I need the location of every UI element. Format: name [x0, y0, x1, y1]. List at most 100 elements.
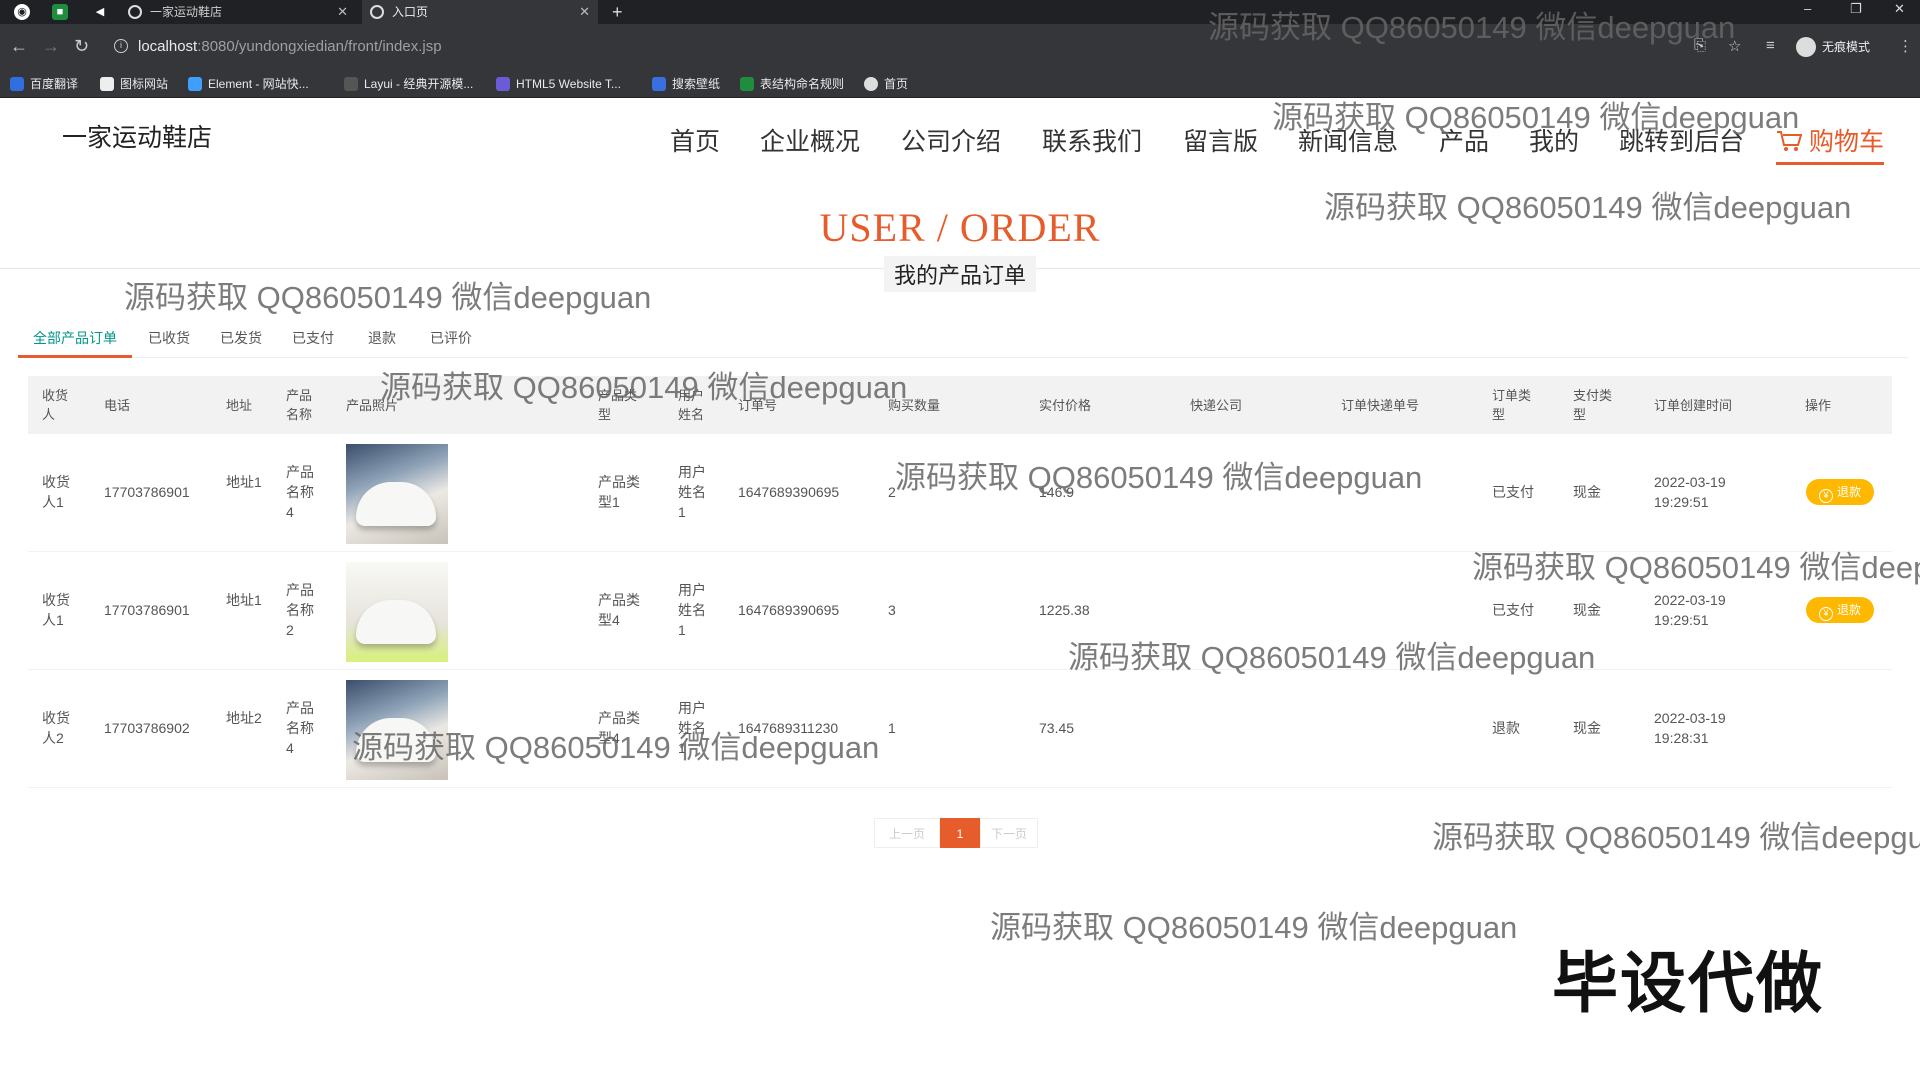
menu-icon[interactable]: ⋮ — [1898, 37, 1913, 55]
address-bar-row: ← → ↻ i localhost:8080/yundongxiedian/fr… — [0, 24, 1920, 70]
browser-tab-shop[interactable]: 一家运动鞋店 ✕ — [120, 0, 356, 24]
close-icon[interactable]: ✕ — [579, 0, 590, 24]
bookmark-item[interactable]: 图标网站 — [100, 76, 168, 94]
minimize-icon[interactable]: – — [1804, 0, 1811, 18]
th-phone: 电话 — [104, 398, 131, 413]
sheet-icon — [740, 77, 754, 91]
nav-news[interactable]: 新闻信息 — [1298, 122, 1398, 158]
cell-order-type: 已支付 — [1492, 602, 1534, 618]
th-photo: 产品照片 — [346, 398, 399, 413]
close-window-icon[interactable]: ✕ — [1894, 0, 1905, 18]
chrome-icon[interactable]: ◉ — [14, 4, 30, 20]
bookmark-item[interactable]: 搜索壁纸 — [652, 76, 720, 94]
globe-icon — [864, 77, 878, 91]
cell-user: 用户姓名1 — [678, 464, 706, 520]
url-path: :8080/yundongxiedian/front/index.jsp — [197, 38, 442, 55]
tab-paid[interactable]: 已支付 — [292, 328, 334, 348]
tab-shipped[interactable]: 已发货 — [220, 328, 262, 348]
next-page-button[interactable]: 下一页 — [980, 818, 1038, 848]
cell-receiver: 收货人1 — [42, 592, 70, 628]
nav-home[interactable]: 首页 — [670, 122, 720, 158]
bookmark-item[interactable]: 首页 — [864, 76, 908, 94]
bookmark-item[interactable]: 百度翻译 — [10, 76, 78, 94]
cell-price: 1225.38 — [1039, 602, 1090, 618]
restore-icon[interactable]: ❐ — [1850, 0, 1862, 18]
new-tab-icon[interactable]: + — [612, 0, 623, 24]
section-subtitle: 我的产品订单 — [883, 256, 1036, 292]
cell-pay-type: 现金 — [1573, 602, 1601, 618]
globe-icon — [128, 5, 142, 19]
bookmark-item[interactable]: 表结构命名规则 — [740, 76, 844, 94]
back-icon[interactable]: ← — [10, 36, 28, 56]
cell-created-date: 2022-03-19 — [1654, 710, 1726, 726]
refund-label: 退款 — [1836, 603, 1861, 617]
nav-message-board[interactable]: 留言版 — [1183, 122, 1258, 158]
cell-created-time: 19:29:51 — [1654, 494, 1709, 510]
forward-icon[interactable]: → — [42, 36, 60, 56]
nav-company-intro[interactable]: 公司介绍 — [901, 122, 1001, 158]
product-photo[interactable] — [346, 562, 448, 662]
table-row: 收货人2 17703786902 地址2 产品名称4 产品类型4 用户姓名1 1… — [28, 670, 1892, 788]
th-price: 实付价格 — [1039, 398, 1092, 413]
page-button-current[interactable]: 1 — [940, 818, 980, 848]
bookmark-item[interactable]: Element - 网站快... — [188, 76, 309, 94]
product-photo[interactable] — [346, 444, 448, 544]
cart-icon — [1777, 131, 1802, 151]
bookmark-label: 搜索壁纸 — [672, 77, 721, 91]
bookmark-label: Layui - 经典开源模... — [364, 77, 474, 91]
bookmark-label: HTML5 Website T... — [516, 77, 621, 91]
info-icon[interactable]: i — [114, 39, 128, 53]
th-type: 产品类型 — [598, 388, 638, 422]
product-photo[interactable] — [346, 680, 448, 780]
refund-button[interactable]: ¥ 退款 — [1806, 597, 1874, 623]
cell-type: 产品类型4 — [598, 592, 640, 628]
nav-mine[interactable]: 我的 — [1529, 122, 1579, 158]
nav-cart[interactable]: 购物车 — [1776, 122, 1884, 165]
cell-qty: 2 — [888, 484, 896, 500]
url-host: localhost — [138, 38, 198, 55]
globe-icon — [370, 5, 384, 19]
cell-address: 地址1 — [226, 474, 262, 490]
section-subtitle-wrap: 我的产品订单 — [0, 256, 1920, 292]
web-page: 一家运动鞋店 首页 企业概况 公司介绍 联系我们 留言版 新闻信息 产品 我的 … — [0, 98, 1920, 1072]
tab-all-orders[interactable]: 全部产品订单 — [33, 328, 117, 348]
bookmark-item[interactable]: HTML5 Website T... — [496, 76, 621, 94]
bookmark-item[interactable]: Layui - 经典开源模... — [344, 76, 473, 94]
section-title: USER / ORDER — [819, 205, 1101, 250]
tab-label: 一家运动鞋店 — [150, 5, 223, 19]
layui-icon — [344, 77, 358, 91]
close-icon[interactable]: ✕ — [337, 0, 348, 24]
th-qty: 购买数量 — [888, 398, 941, 413]
tab-received[interactable]: 已收货 — [148, 328, 190, 348]
site-logo[interactable]: 一家运动鞋店 — [62, 118, 212, 154]
bookmark-label: 表结构命名规则 — [760, 77, 845, 91]
th-order-no: 订单号 — [738, 398, 778, 413]
sheet-icon[interactable]: ■ — [52, 4, 68, 20]
refund-button[interactable]: ¥ 退款 — [1806, 479, 1874, 505]
nav-products[interactable]: 产品 — [1439, 122, 1489, 158]
star-icon[interactable]: ☆ — [1728, 37, 1741, 55]
incognito-icon — [1796, 37, 1816, 57]
mute-icon[interactable]: ◀ — [92, 4, 108, 20]
tab-reviewed[interactable]: 已评价 — [430, 328, 472, 348]
nav-admin[interactable]: 跳转到后台 — [1619, 122, 1744, 158]
th-action: 操作 — [1805, 398, 1832, 413]
table-row: 收货人1 17703786901 地址1 产品名称2 产品类型4 用户姓名1 1… — [28, 552, 1892, 670]
reload-icon[interactable]: ↻ — [74, 36, 89, 56]
shoe-image — [356, 600, 436, 644]
prev-page-button[interactable]: 上一页 — [874, 818, 940, 848]
browser-tab-entry[interactable]: 入口页 ✕ — [362, 0, 598, 24]
table-row: 收货人1 17703786901 地址1 产品名称4 产品类型1 用户姓名1 1… — [28, 434, 1892, 552]
url-input[interactable]: i localhost:8080/yundongxiedian/front/in… — [106, 32, 1666, 62]
yen-icon: ¥ — [1818, 489, 1833, 503]
nav-contact[interactable]: 联系我们 — [1042, 122, 1142, 158]
cell-pay-type: 现金 — [1573, 720, 1601, 736]
shoe-image — [356, 718, 436, 762]
flag-icon — [100, 77, 114, 91]
nav-company-overview[interactable]: 企业概况 — [760, 122, 860, 158]
tab-refund[interactable]: 退款 — [368, 328, 396, 348]
translate-icon[interactable]: ⎘ — [1694, 37, 1706, 54]
reading-list-icon[interactable]: ≡ — [1766, 37, 1775, 54]
shoe-image — [356, 482, 436, 526]
incognito-indicator[interactable]: 无痕模式 — [1796, 36, 1870, 58]
